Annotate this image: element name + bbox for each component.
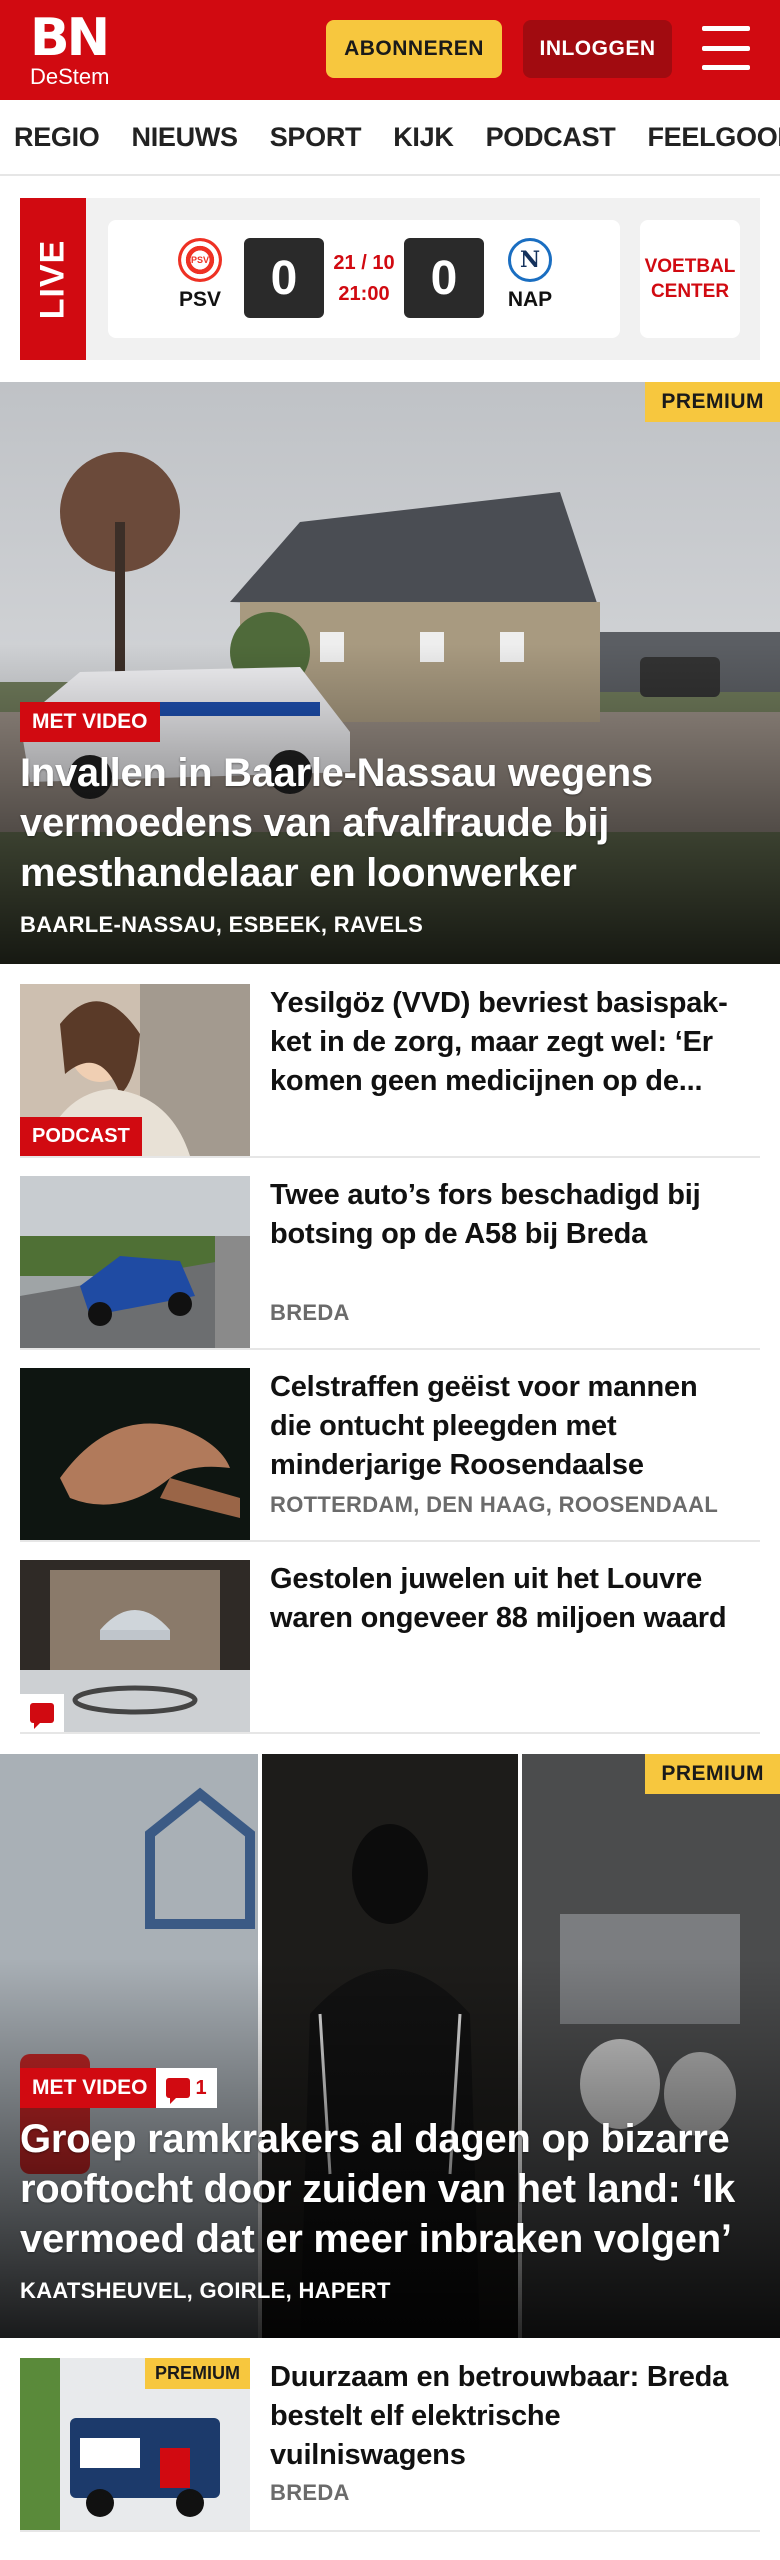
nav-item-feelgood[interactable]: FEELGOOD bbox=[647, 122, 780, 153]
list-item[interactable]: Celstraffen geëist voor mannen die ontuc… bbox=[20, 1368, 760, 1542]
list-item[interactable]: PODCAST Yesilgöz (VVD) bevriest basispak… bbox=[20, 984, 760, 1158]
home-team-name: PSV bbox=[178, 288, 222, 311]
article-thumbnail: PODCAST bbox=[20, 984, 250, 1156]
nav-item-sport[interactable]: SPORT bbox=[270, 122, 362, 153]
comment-icon bbox=[20, 1694, 64, 1732]
match-time: 21:00 bbox=[338, 283, 390, 305]
section-nav: REGIO NIEUWS SPORT KIJK PODCAST FEELGOOD bbox=[0, 100, 780, 176]
article-title[interactable]: Gestolen juwelen uit het Louvre waren on… bbox=[270, 1560, 740, 1638]
premium-badge: PREMIUM bbox=[645, 382, 780, 422]
video-tag: MET VIDEO bbox=[20, 702, 160, 742]
list-item[interactable]: Twee auto’s fors beschadigd bij botsing … bbox=[20, 1176, 760, 1350]
nav-item-podcast[interactable]: PODCAST bbox=[486, 122, 616, 153]
article-thumbnail bbox=[20, 1176, 250, 1348]
article-title[interactable]: Duurzaam en betrouwbaar: Breda bestelt e… bbox=[270, 2358, 740, 2475]
hero-article-1[interactable]: PREMIUM MET VIDEO Invallen in Baarle-Nas… bbox=[0, 382, 780, 964]
hero-article-2[interactable]: PREMIUM MET VIDEO 1 Groep ramkrakers al d… bbox=[0, 1754, 780, 2338]
comment-count-badge[interactable]: 1 bbox=[155, 2068, 217, 2108]
premium-badge: PREMIUM bbox=[645, 1754, 780, 1794]
voetbal-center-link[interactable]: VOETBAL CENTER bbox=[640, 220, 740, 338]
away-team: N NAP bbox=[490, 238, 570, 312]
comment-icon bbox=[165, 2078, 190, 2104]
hamburger-menu-icon[interactable] bbox=[702, 26, 750, 70]
list-item[interactable]: Gestolen juwelen uit het Louvre waren on… bbox=[20, 1560, 760, 1734]
site-logo[interactable]: BN DeStem bbox=[30, 8, 110, 89]
hero-2-title[interactable]: Groep ramkrakers al dagen op bizarre roo… bbox=[20, 2114, 760, 2264]
logo-main-text: BN bbox=[30, 8, 110, 68]
hero-2-location: KAATSHEUVEL, GOIRLE, HAPERT bbox=[20, 2278, 391, 2303]
nav-item-regio[interactable]: REGIO bbox=[14, 122, 100, 153]
match-date: 21 / 10 bbox=[333, 252, 395, 274]
live-scores-strip: LIVE PSV PSV 0 21 / 10 21:00 0 N NAP VOE… bbox=[20, 198, 760, 360]
article-location: ROTTERDAM, DEN HAAG, ROOSENDAAL bbox=[270, 1492, 719, 1517]
login-button[interactable]: INLOGGEN bbox=[523, 20, 672, 78]
list-item[interactable]: PREMIUM Duurzaam en betrouwbaar: Breda b… bbox=[20, 2358, 760, 2532]
live-label: LIVE bbox=[20, 198, 86, 360]
hero-1-body: MET VIDEO Invallen in Baarle-Nassau wege… bbox=[20, 702, 760, 938]
away-team-name: NAP bbox=[507, 288, 553, 311]
away-score: 0 bbox=[404, 238, 484, 318]
home-score: 0 bbox=[244, 238, 324, 318]
logo-sub-text: DeStem bbox=[30, 64, 110, 89]
napoli-crest-icon: N bbox=[508, 238, 552, 282]
hero-1-location: BAARLE-NASSAU, ESBEEK, RAVELS bbox=[20, 912, 424, 937]
article-title[interactable]: Yesilgöz (VVD) bevriest basispak­ket in … bbox=[270, 984, 740, 1101]
psv-crest-icon: PSV bbox=[178, 238, 222, 282]
podcast-tag: PODCAST bbox=[20, 1117, 142, 1156]
article-thumbnail bbox=[20, 1560, 250, 1732]
comment-count: 1 bbox=[195, 2076, 207, 2099]
article-title[interactable]: Twee auto’s fors beschadigd bij botsing … bbox=[270, 1176, 740, 1254]
hero-1-title[interactable]: Invallen in Baarle-Nassau wegens vermoed… bbox=[20, 748, 760, 898]
subscribe-button[interactable]: ABONNEREN bbox=[326, 20, 502, 78]
article-title[interactable]: Celstraffen geëist voor mannen die ontuc… bbox=[270, 1368, 740, 1485]
article-thumbnail: PREMIUM bbox=[20, 2358, 250, 2530]
premium-badge: PREMIUM bbox=[145, 2358, 250, 2389]
article-location: BREDA bbox=[270, 2480, 350, 2505]
match-card[interactable]: PSV PSV 0 21 / 10 21:00 0 N NAP bbox=[108, 220, 620, 338]
home-team: PSV PSV bbox=[160, 238, 240, 312]
match-datetime: 21 / 10 21:00 bbox=[323, 248, 405, 310]
article-thumbnail bbox=[20, 1368, 250, 1540]
video-tag: MET VIDEO bbox=[20, 2068, 160, 2108]
nav-item-kijk[interactable]: KIJK bbox=[393, 122, 454, 153]
article-location: BREDA bbox=[270, 1300, 350, 1325]
hero-2-body: MET VIDEO 1 Groep ramkrakers al dagen op … bbox=[20, 2068, 760, 2304]
site-header: BN DeStem ABONNEREN INLOGGEN bbox=[0, 0, 780, 100]
nav-item-nieuws[interactable]: NIEUWS bbox=[132, 122, 239, 153]
